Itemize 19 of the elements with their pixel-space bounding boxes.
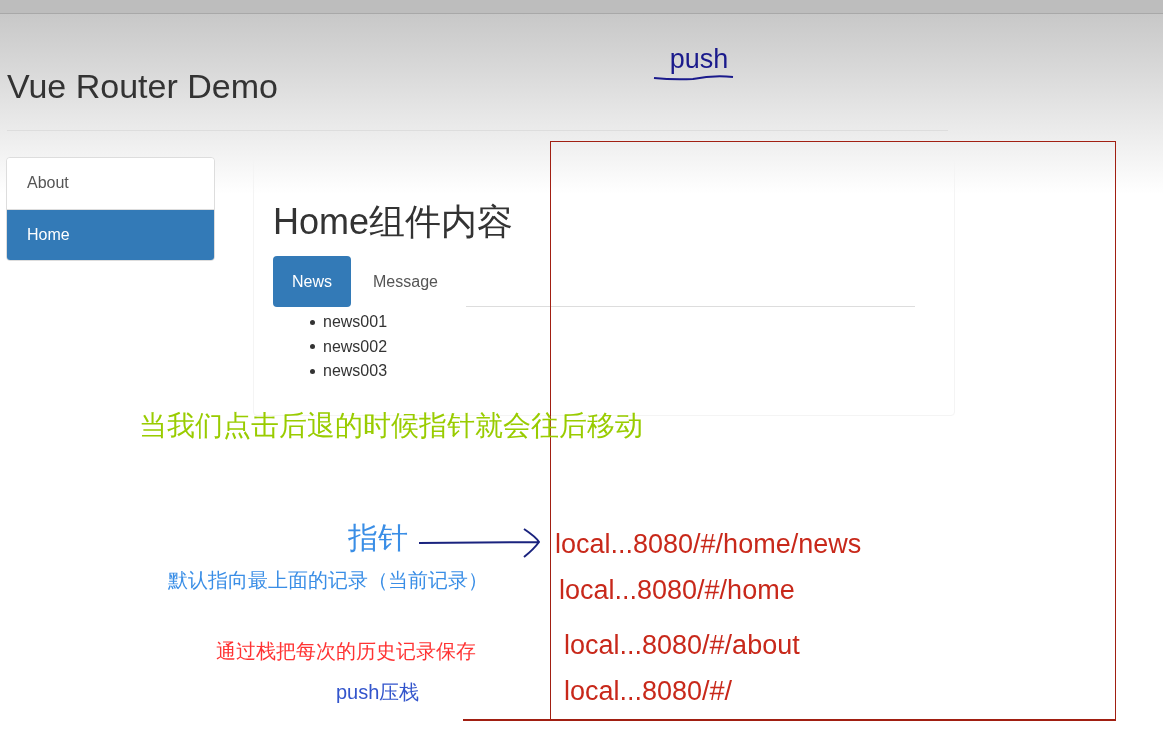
bullet-icon (310, 368, 315, 374)
news-item: news001 (323, 312, 388, 332)
stack-entry: local...8080/#/ (564, 675, 733, 707)
annotation-text: push压栈 (336, 680, 420, 705)
sidebar-item[interactable]: Home (7, 209, 214, 260)
news-item: news003 (323, 361, 388, 381)
bullet-icon (310, 319, 315, 325)
tab[interactable]: News (273, 256, 351, 307)
annotation-text: 指针 (348, 520, 408, 556)
stack-entry: local...8080/#/about (564, 629, 800, 661)
bullet-icon (310, 344, 315, 350)
annotation-text: 默认指向最上面的记录（当前记录） (168, 568, 488, 593)
tab[interactable]: Message (353, 256, 458, 307)
stack-entry: local...8080/#/home (559, 574, 795, 606)
panel-heading: Home组件内容 (273, 200, 515, 244)
annotation-text: 通过栈把每次的历史记录保存 (216, 639, 476, 664)
sidebar-item[interactable]: About (7, 158, 214, 210)
news-item: news002 (323, 336, 388, 357)
stack-entry: local...8080/#/home/news (555, 528, 862, 560)
